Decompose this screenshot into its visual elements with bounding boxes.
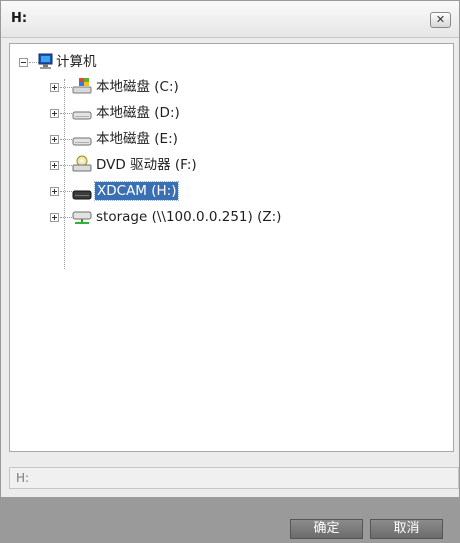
tree-connector [60, 165, 72, 167]
tree-node-label: storage (\\100.0.0.251) (Z:) [96, 209, 282, 225]
tree-node-label: DVD 驱动器 (F:) [96, 157, 197, 173]
expand-icon[interactable] [50, 109, 59, 118]
expand-icon[interactable] [50, 161, 59, 170]
hard-drive-icon [72, 111, 92, 120]
tree-node-drive-f[interactable]: DVD 驱动器 (F:) [50, 155, 310, 175]
expand-icon[interactable] [50, 83, 59, 92]
tree-node-drive-c[interactable]: 本地磁盘 (C:) [50, 77, 310, 97]
window-title: H: [11, 11, 28, 26]
tree-connector [60, 87, 72, 89]
tree-connector [60, 191, 72, 193]
cancel-button[interactable]: 取消 [370, 519, 443, 539]
tree-node-label: XDCAM (H:) [93, 181, 180, 201]
windows-drive-icon [72, 78, 92, 94]
tree-node-drive-z[interactable]: storage (\\100.0.0.251) (Z:) [50, 207, 370, 227]
tree-node-computer[interactable]: 计算机 [18, 52, 218, 72]
tree-node-label: 本地磁盘 (C:) [96, 79, 179, 95]
computer-icon [38, 53, 53, 69]
drive-tree[interactable]: 计算机 本地磁盘 (C:) 本地磁盘 (D:) 本地磁盘 (E:) DVD 驱动… [9, 43, 454, 452]
dvd-drive-icon [72, 155, 92, 172]
tree-connector [60, 113, 72, 115]
title-bar[interactable]: H: ✕ [1, 1, 459, 38]
close-button[interactable]: ✕ [430, 12, 451, 28]
dialog-footer: 确定 取消 [1, 497, 459, 543]
path-field[interactable]: H: [9, 467, 459, 489]
network-drive-icon [72, 211, 92, 224]
tree-connector [60, 217, 72, 219]
tree-node-label: 本地磁盘 (D:) [96, 105, 180, 121]
expand-icon[interactable] [50, 213, 59, 222]
expand-icon[interactable] [50, 187, 59, 196]
tree-node-label: 计算机 [56, 54, 97, 70]
collapse-icon[interactable] [19, 58, 28, 67]
ok-button[interactable]: 确定 [290, 519, 363, 539]
close-icon: ✕ [435, 13, 446, 26]
tree-node-drive-e[interactable]: 本地磁盘 (E:) [50, 129, 310, 149]
tree-node-drive-d[interactable]: 本地磁盘 (D:) [50, 103, 310, 123]
folder-picker-dialog: H: ✕ 计算机 本地磁盘 (C:) 本地磁盘 (D:) 本地磁盘 (E:) D… [0, 0, 460, 543]
tree-node-label: 本地磁盘 (E:) [96, 131, 178, 147]
hard-drive-icon [72, 137, 92, 146]
xdcam-drive-icon [72, 190, 92, 200]
tree-connector [60, 139, 72, 141]
tree-node-drive-h[interactable]: XDCAM (H:) [50, 181, 310, 201]
expand-icon[interactable] [50, 135, 59, 144]
